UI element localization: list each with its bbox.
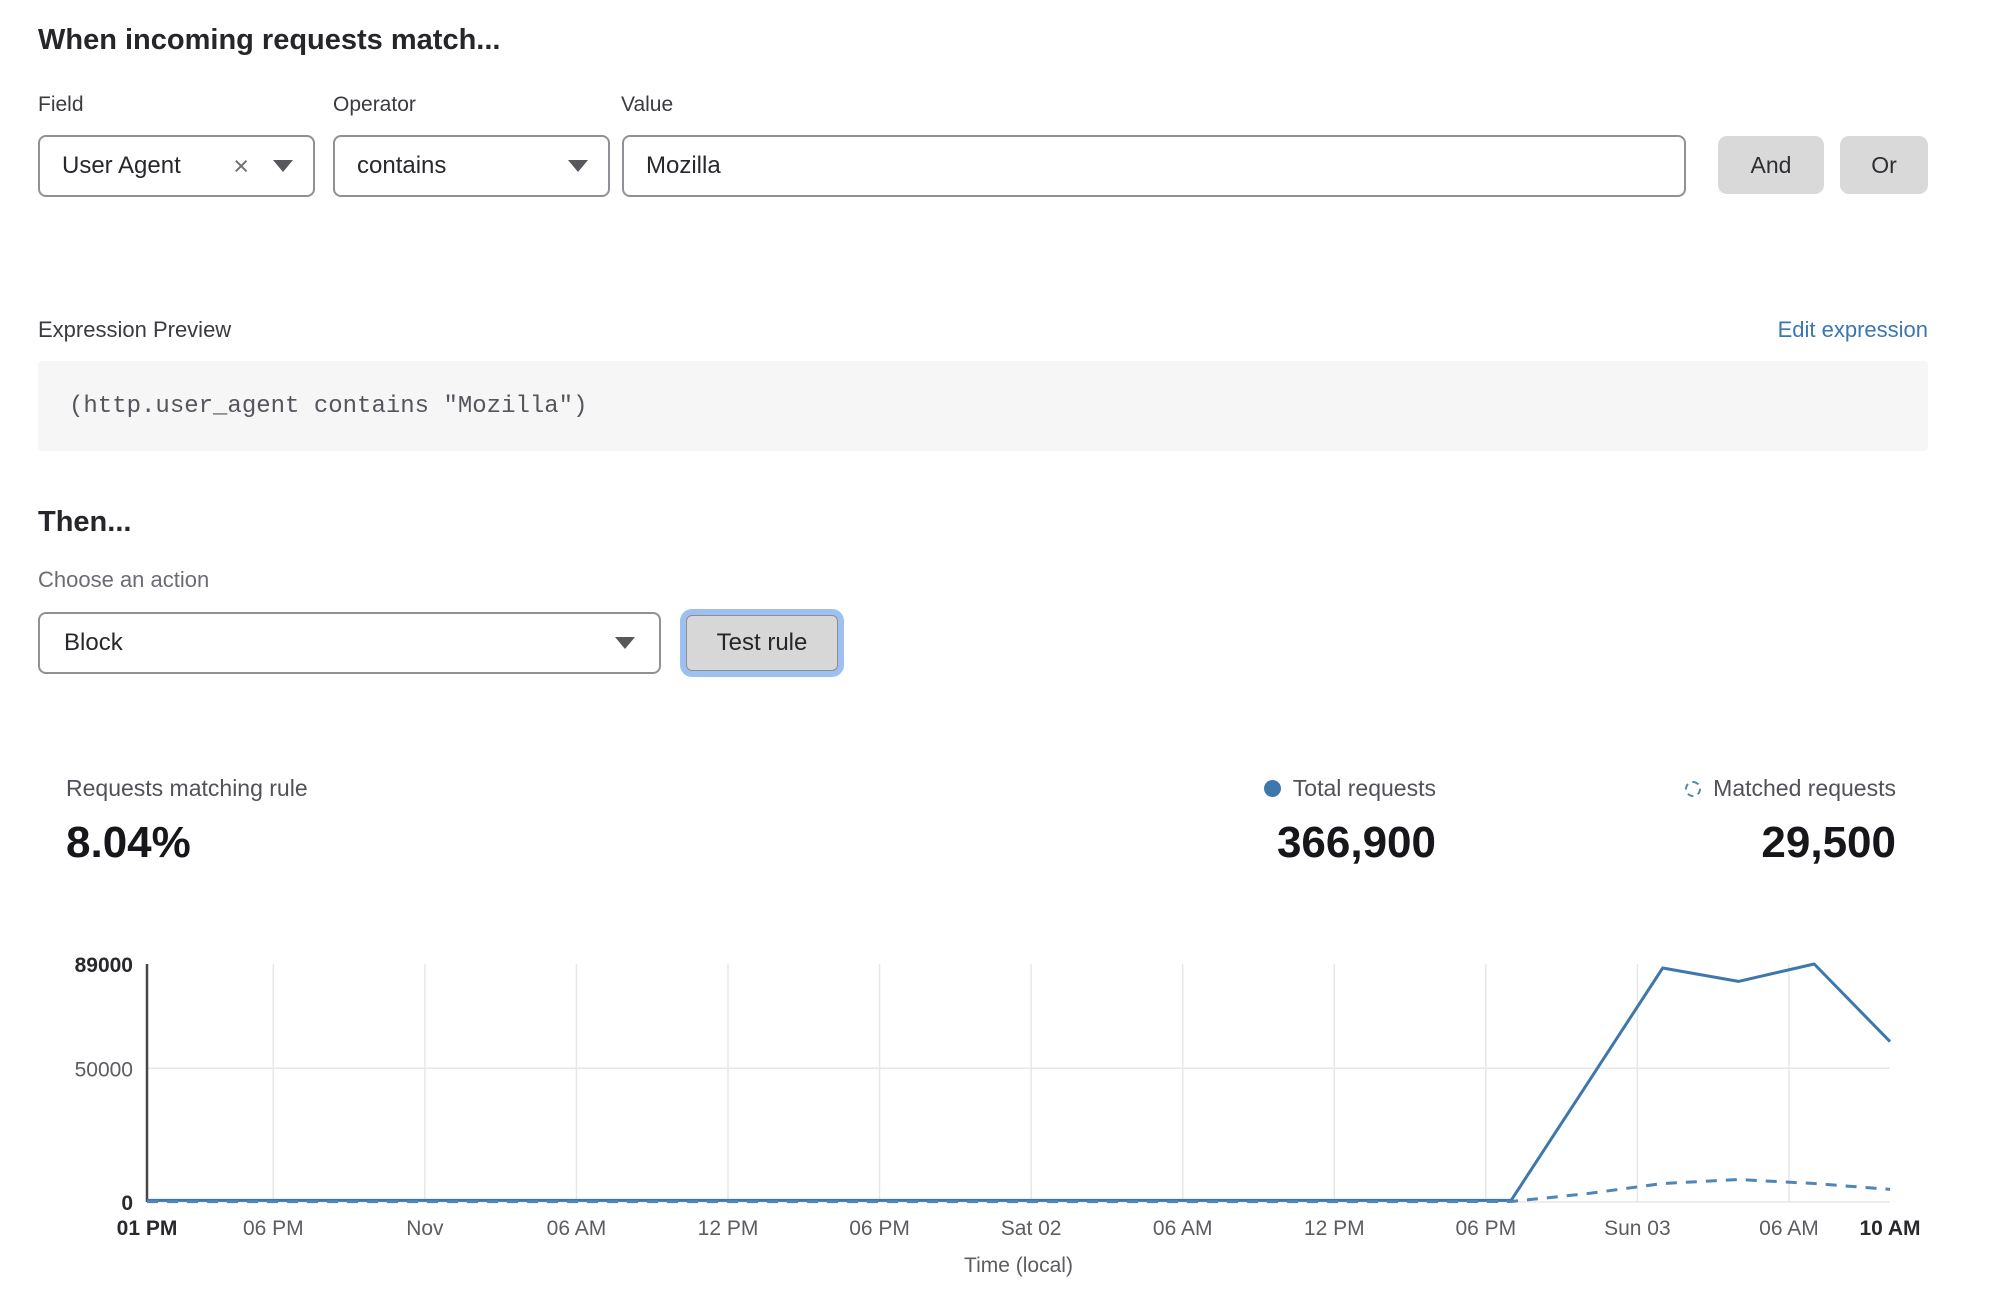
matched-requests-value: 29,500: [1761, 818, 1896, 868]
expression-preview-box: (http.user_agent contains "Mozilla"): [38, 361, 1928, 451]
x-tick-label: Sat 02: [1001, 1217, 1062, 1240]
requests-matching-label: Requests matching rule: [66, 775, 308, 802]
x-tick-label: 06 PM: [849, 1217, 910, 1240]
x-tick-label: 12 PM: [698, 1217, 759, 1240]
value-label: Value: [621, 93, 673, 117]
y-tick-label: 0: [121, 1192, 133, 1215]
matched-requests-label: Matched requests: [1713, 775, 1896, 802]
x-tick-label: 06 AM: [1759, 1217, 1819, 1240]
x-tick-label: Nov: [406, 1217, 444, 1240]
and-button[interactable]: And: [1718, 136, 1824, 194]
chevron-down-icon: [273, 160, 293, 172]
x-tick-label: 06 AM: [547, 1217, 607, 1240]
series-line-matched-requests: [147, 1180, 1890, 1202]
or-button[interactable]: Or: [1840, 136, 1928, 194]
x-axis-title: Time (local): [964, 1254, 1073, 1277]
x-tick-label: 10 AM: [1859, 1217, 1920, 1240]
field-label: Field: [38, 93, 84, 117]
matched-requests-dashed-circle-icon: [1685, 781, 1701, 797]
y-tick-label: 50000: [75, 1058, 133, 1081]
clear-icon[interactable]: ×: [233, 153, 249, 180]
total-requests-label: Total requests: [1293, 775, 1436, 802]
expression-code: (http.user_agent contains "Mozilla"): [69, 393, 587, 420]
field-select[interactable]: User Agent ×: [38, 135, 315, 197]
chevron-down-icon: [615, 637, 635, 649]
requests-time-chart: 89000 50000 001 PM 06 PM Nov 06 AM 12 PM 06 PM S…: [0, 940, 1999, 1295]
legend-matched-requests: Matched requests: [1685, 775, 1896, 802]
chevron-down-icon: [568, 160, 588, 172]
x-tick-label: 01 PM: [117, 1217, 178, 1240]
action-select-value: Block: [64, 629, 123, 657]
total-requests-dot-icon: [1264, 780, 1281, 797]
field-select-icons: ×: [233, 153, 293, 180]
value-input[interactable]: [622, 135, 1686, 197]
operator-select[interactable]: contains: [333, 135, 610, 197]
x-tick-label: 06 PM: [243, 1217, 304, 1240]
series-line-total-requests: [147, 964, 1890, 1200]
then-title: Then...: [38, 506, 131, 539]
expression-preview-label: Expression Preview: [38, 317, 231, 343]
choose-action-label: Choose an action: [38, 567, 209, 593]
x-tick-label: 06 AM: [1153, 1217, 1213, 1240]
edit-expression-link[interactable]: Edit expression: [1778, 317, 1928, 343]
operator-label: Operator: [333, 93, 416, 117]
total-requests-value: 366,900: [1277, 818, 1436, 868]
page-title: When incoming requests match...: [38, 24, 500, 57]
x-tick-label: 12 PM: [1304, 1217, 1365, 1240]
x-tick-label: 06 PM: [1455, 1217, 1516, 1240]
field-select-value: User Agent: [62, 152, 181, 180]
y-tick-label: 89000: [75, 954, 133, 977]
legend-total-requests: Total requests: [1264, 775, 1436, 802]
x-tick-label: Sun 03: [1604, 1217, 1671, 1240]
firewall-rule-editor: When incoming requests match... Field Op…: [0, 0, 1999, 1295]
requests-matching-value: 8.04%: [66, 818, 191, 868]
action-select[interactable]: Block: [38, 612, 661, 674]
operator-select-value: contains: [357, 152, 446, 180]
test-rule-button[interactable]: Test rule: [686, 615, 838, 671]
